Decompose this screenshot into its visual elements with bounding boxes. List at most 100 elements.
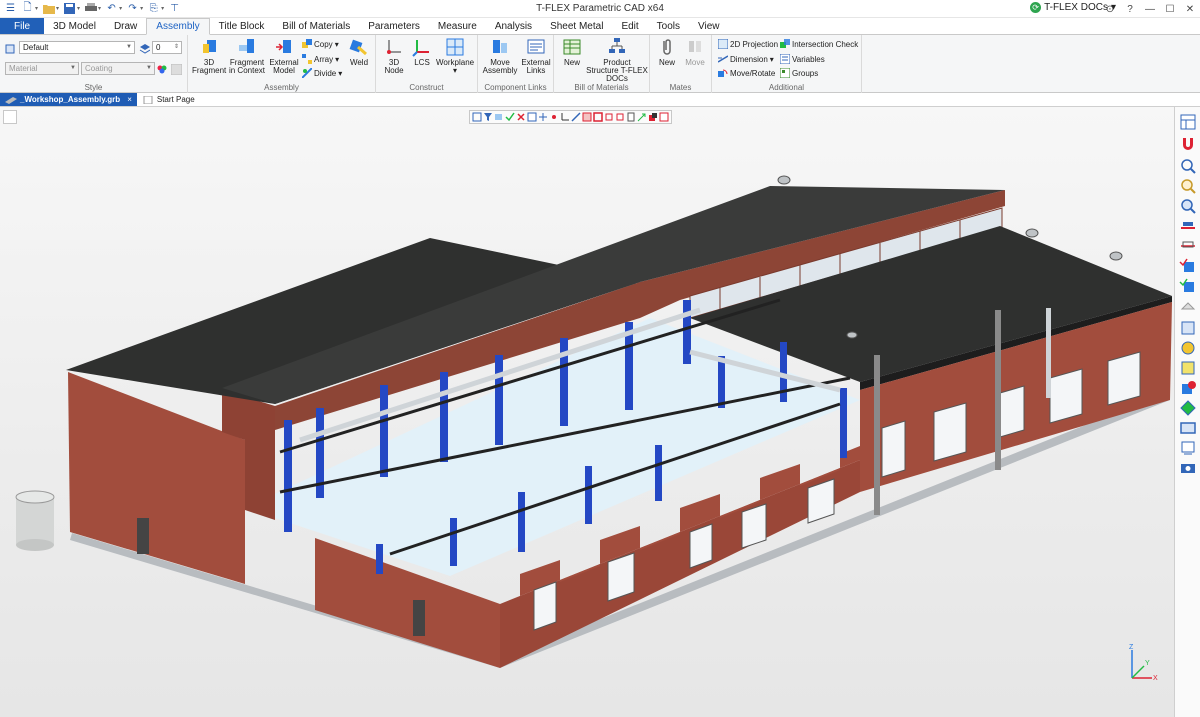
undo-icon[interactable]: ↶ <box>105 2 118 15</box>
undo-dropdown-icon[interactable]: ▾ <box>119 5 122 12</box>
tab-analysis[interactable]: Analysis <box>486 18 541 34</box>
material-view-icon[interactable] <box>1179 399 1197 417</box>
tab-assembly[interactable]: Assembly <box>146 18 210 35</box>
tab-measure[interactable]: Measure <box>429 18 486 34</box>
3d-viewport[interactable]: Z X Y <box>0 107 1174 717</box>
array-button[interactable]: Array ▾ <box>302 54 339 64</box>
tab-title-block[interactable]: Title Block <box>210 18 274 34</box>
fragment-in-context-button[interactable]: Fragment in Context <box>228 37 266 75</box>
clip-plane-icon[interactable] <box>1179 219 1197 237</box>
print-icon[interactable] <box>84 2 97 15</box>
cube-icon[interactable] <box>604 112 614 122</box>
edge-icon[interactable] <box>571 112 581 122</box>
sheet-icon[interactable] <box>626 112 636 122</box>
external-model-button[interactable]: External Model <box>268 37 300 75</box>
layer-spinner[interactable]: 0 ⇕ <box>152 41 182 54</box>
new-document-icon[interactable]: 🗋 <box>21 2 34 15</box>
color-swatch-icon[interactable] <box>171 64 182 75</box>
section-icon[interactable] <box>1179 237 1197 255</box>
tab-sheet-metal[interactable]: Sheet Metal <box>541 18 612 34</box>
layers-icon[interactable] <box>494 112 504 122</box>
tab-file[interactable]: File <box>0 18 45 34</box>
minimize-button[interactable]: — <box>1140 0 1160 18</box>
product-structure-button[interactable]: Product Structure T-FLEX DOCs <box>586 37 648 83</box>
close-button[interactable]: ✕ <box>1180 0 1200 18</box>
app-menu-icon[interactable]: ☰ <box>4 2 17 15</box>
more-tools-icon[interactable] <box>659 112 669 122</box>
tab-tools[interactable]: Tools <box>648 18 689 34</box>
select-all-icon[interactable] <box>472 112 482 122</box>
variables-button[interactable]: Variables <box>780 54 825 64</box>
doc-tab-start-page[interactable]: Start Page <box>137 93 200 106</box>
3d-node-button[interactable]: 3D Node <box>380 37 408 75</box>
bom-new-button[interactable]: New <box>558 37 586 67</box>
print-dropdown-icon[interactable]: ▾ <box>98 5 101 12</box>
wireframe-icon[interactable] <box>1179 319 1197 337</box>
groups-button[interactable]: Groups <box>780 68 818 78</box>
save-icon[interactable] <box>63 2 76 15</box>
tab-edit[interactable]: Edit <box>612 18 647 34</box>
camera-icon[interactable] <box>1179 459 1197 477</box>
color-picker-icon[interactable] <box>157 64 168 75</box>
tab-parameters[interactable]: Parameters <box>359 18 429 34</box>
open-dropdown-icon[interactable]: ▾ <box>56 5 59 12</box>
redo-dropdown-icon[interactable]: ▾ <box>140 5 143 12</box>
zoom-in-icon[interactable] <box>1179 177 1197 195</box>
material-select[interactable]: Material ▼ <box>5 62 79 75</box>
zoom-window-icon[interactable] <box>1179 157 1197 175</box>
view-cube-icon[interactable] <box>1179 419 1197 437</box>
dimension-button[interactable]: Dimension ▾ <box>718 54 774 64</box>
move-assembly-button[interactable]: Move Assembly <box>482 37 518 75</box>
grid-icon[interactable] <box>538 112 548 122</box>
2d-projection-button[interactable]: 2D Projection <box>718 39 778 49</box>
solid-icon[interactable] <box>615 112 625 122</box>
style-select[interactable]: Default ▼ <box>19 41 135 54</box>
axis-icon[interactable] <box>560 112 570 122</box>
magnet-icon[interactable] <box>1179 135 1197 153</box>
tab-draw[interactable]: Draw <box>105 18 146 34</box>
close-doc-icon[interactable]: × <box>127 95 132 104</box>
move-rotate-button[interactable]: Move/Rotate <box>718 68 775 78</box>
tab-view[interactable]: View <box>689 18 729 34</box>
color-cube-icon[interactable] <box>648 112 658 122</box>
shaded-sphere-icon[interactable] <box>1179 339 1197 357</box>
building-3d-model[interactable] <box>0 107 1174 717</box>
filter-icon[interactable] <box>483 112 493 122</box>
hidden-body-icon[interactable] <box>1179 297 1197 315</box>
weld-button[interactable]: Weld <box>345 37 373 67</box>
doc-tab-workshop-assembly[interactable]: _Workshop_Assembly.grb × <box>0 93 137 106</box>
help-button[interactable]: ? <box>1120 0 1140 18</box>
redo-icon[interactable]: ↷ <box>126 2 139 15</box>
customize-qat-icon[interactable]: ⊤ <box>168 2 181 15</box>
tab-bill-of-materials[interactable]: Bill of Materials <box>273 18 359 34</box>
mates-move-button[interactable]: Move <box>682 37 708 67</box>
open-folder-icon[interactable] <box>42 2 55 15</box>
lcs-button[interactable]: LCS <box>410 37 434 67</box>
tab-3d-model[interactable]: 3D Model <box>44 18 105 34</box>
selection-filter-button[interactable] <box>3 110 17 124</box>
copy-button[interactable]: Copy ▾ <box>302 39 339 49</box>
options-button[interactable]: ⊙ <box>1100 0 1120 18</box>
save-dropdown-icon[interactable]: ▾ <box>77 5 80 12</box>
divide-button[interactable]: Divide ▾ <box>302 68 342 78</box>
external-links-button[interactable]: External Links <box>520 37 552 75</box>
visibility-check-icon[interactable] <box>1179 257 1197 275</box>
export-icon[interactable]: ⎘ <box>147 2 160 15</box>
body-icon[interactable] <box>593 112 603 122</box>
3d-fragment-button[interactable]: 3D Fragment <box>192 37 226 75</box>
model-tree-icon[interactable] <box>1179 113 1197 131</box>
window-icon[interactable] <box>527 112 537 122</box>
face-icon[interactable] <box>582 112 592 122</box>
check-icon[interactable] <box>505 112 515 122</box>
render-icon[interactable] <box>1179 359 1197 377</box>
mates-new-button[interactable]: New <box>654 37 680 67</box>
cross-icon[interactable] <box>516 112 526 122</box>
export-dropdown-icon[interactable]: ▾ <box>161 5 164 12</box>
projection-view-icon[interactable] <box>1179 439 1197 457</box>
coating-select[interactable]: Coating ▼ <box>81 62 155 75</box>
hide-check-icon[interactable] <box>1179 277 1197 295</box>
intersection-check-button[interactable]: Intersection Check <box>780 39 858 49</box>
point-icon[interactable] <box>549 112 559 122</box>
maximize-button[interactable]: ☐ <box>1160 0 1180 18</box>
zoom-all-icon[interactable] <box>1179 197 1197 215</box>
